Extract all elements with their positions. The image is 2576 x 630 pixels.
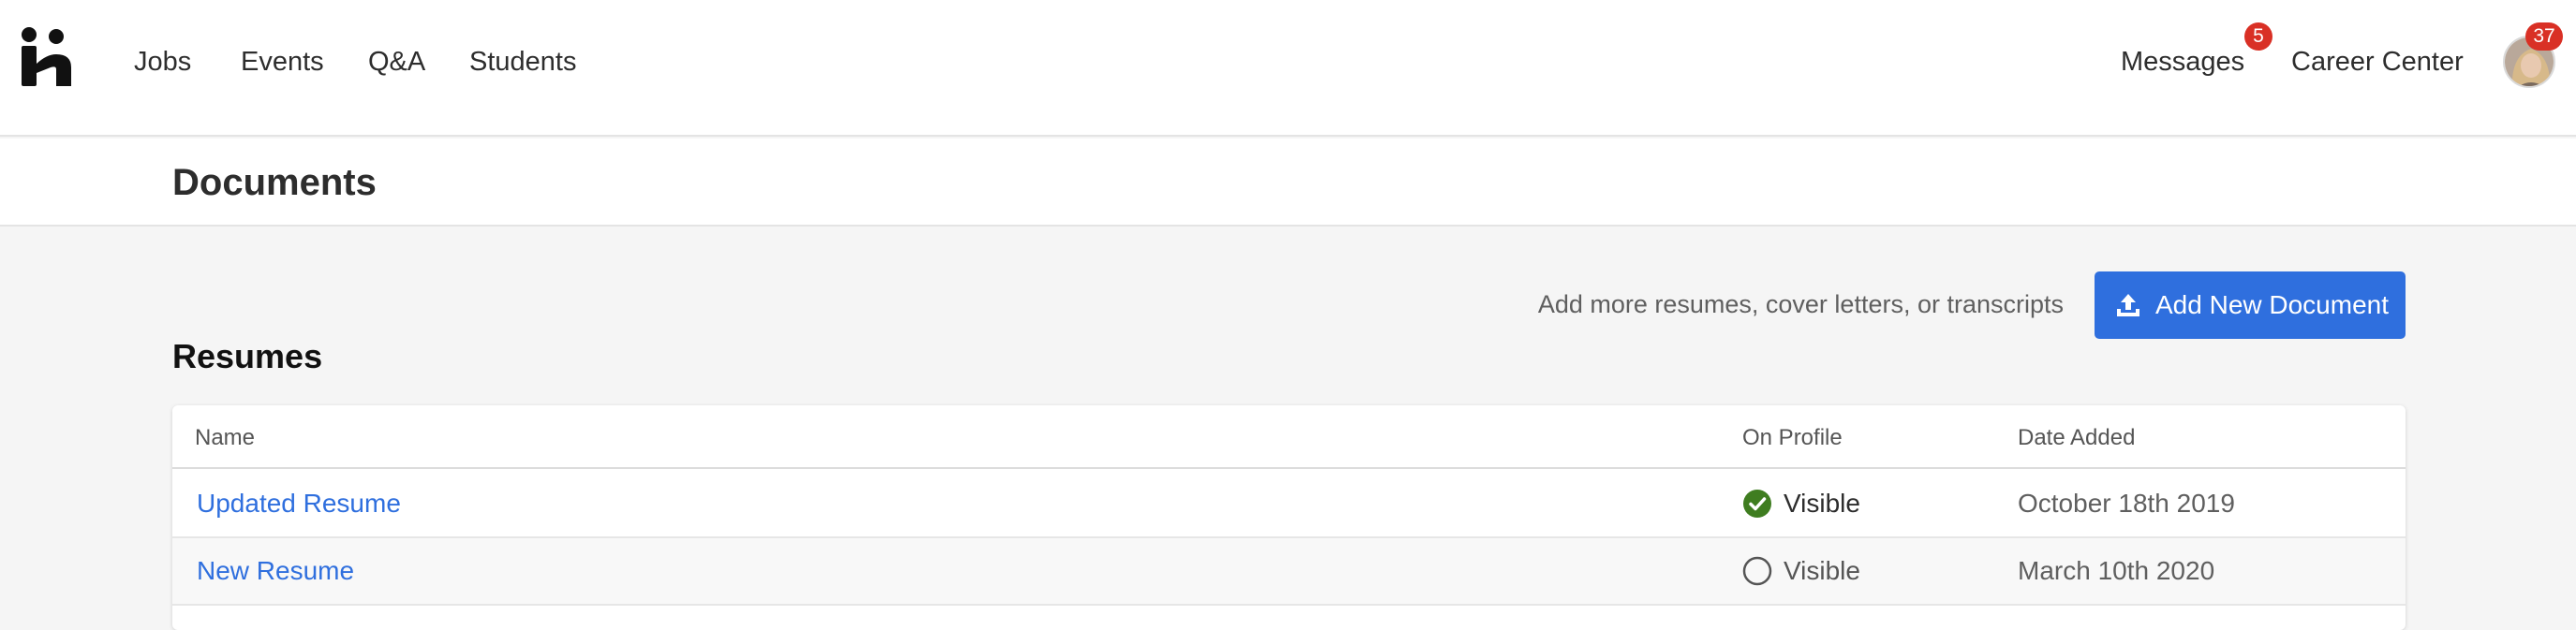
messages-count-badge: 5 <box>2244 22 2273 51</box>
nav-messages[interactable]: Messages <box>2121 45 2244 79</box>
add-new-document-label: Add New Document <box>2155 290 2390 319</box>
resume-name-link[interactable]: New Resume <box>197 555 354 587</box>
check-circle-icon <box>1743 490 1771 518</box>
nav-qa[interactable]: Q&A <box>368 45 425 79</box>
column-header-name[interactable]: Name <box>195 424 255 452</box>
visibility-label: Visible <box>1784 556 1860 585</box>
nav-students[interactable]: Students <box>469 45 576 79</box>
upload-icon <box>2117 294 2139 316</box>
column-header-on-profile[interactable]: On Profile <box>1742 424 1843 452</box>
notifications-count-badge: 37 <box>2525 22 2563 51</box>
add-new-document-button[interactable]: Add New Document <box>2095 271 2406 339</box>
add-document-hint: Add more resumes, cover letters, or tran… <box>1537 290 2064 318</box>
table-header: Name On Profile Date Added <box>172 405 2406 469</box>
table-row: Updated Resume Visible October 18th 2019 <box>172 471 2406 538</box>
date-added: October 18th 2019 <box>2018 489 2235 518</box>
column-header-date-added[interactable]: Date Added <box>2018 424 2135 452</box>
page-title: Documents <box>172 162 377 203</box>
top-navigation: Jobs Events Q&A Students Messages 5 Care… <box>0 0 2576 137</box>
resumes-table: Name On Profile Date Added Updated Resum… <box>172 405 2406 630</box>
resumes-section-title: Resumes <box>172 337 323 375</box>
date-added: March 10th 2020 <box>2018 556 2215 585</box>
visibility-label: Visible <box>1784 489 1860 518</box>
page-header: Documents <box>0 139 2576 227</box>
nav-jobs[interactable]: Jobs <box>134 45 191 79</box>
nav-career-center[interactable]: Career Center <box>2291 45 2464 79</box>
table-row: New Resume Visible March 10th 2020 <box>172 538 2406 606</box>
nav-events[interactable]: Events <box>241 45 324 79</box>
resume-name-link[interactable]: Updated Resume <box>197 488 401 520</box>
empty-circle-icon <box>1742 556 1772 586</box>
handshake-logo-icon[interactable] <box>21 26 73 88</box>
